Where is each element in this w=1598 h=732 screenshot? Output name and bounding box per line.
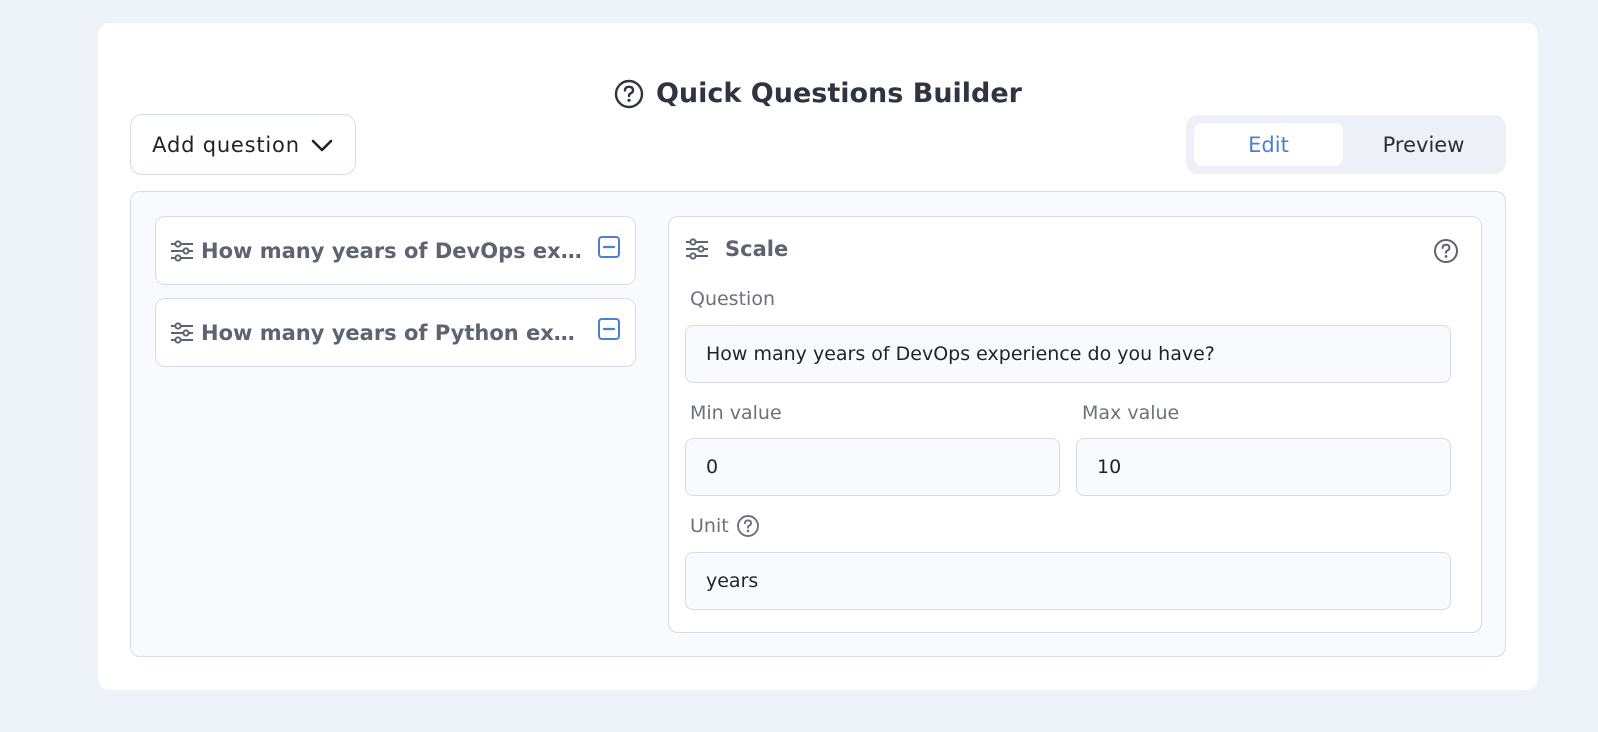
sliders-icon bbox=[686, 238, 708, 260]
minus-square-icon[interactable] bbox=[597, 317, 621, 341]
question-input[interactable]: How many years of DevOps experience do y… bbox=[685, 325, 1451, 383]
question-list-item[interactable]: How many years of DevOps expe... bbox=[155, 216, 636, 285]
question-list-text: How many years of DevOps expe... bbox=[201, 238, 583, 263]
question-list-item[interactable]: How many years of Python expe... bbox=[155, 298, 636, 367]
question-editor: Scale Question How many years of DevOps … bbox=[668, 216, 1482, 633]
preview-tab[interactable]: Preview bbox=[1349, 123, 1498, 166]
max-value-label: Max value bbox=[1082, 402, 1180, 424]
question-circle-icon bbox=[614, 79, 644, 108]
unit-help-icon[interactable] bbox=[736, 514, 760, 538]
min-value-label: Min value bbox=[690, 402, 782, 424]
edit-tab[interactable]: Edit bbox=[1194, 123, 1343, 166]
sliders-icon bbox=[171, 321, 193, 344]
add-question-label: Add question bbox=[152, 132, 300, 157]
question-list-text: How many years of Python expe... bbox=[201, 320, 583, 345]
chevron-down-icon bbox=[311, 139, 333, 151]
editor-header: Scale bbox=[685, 237, 788, 261]
builder-workspace: How many years of DevOps expe... How man… bbox=[130, 191, 1506, 657]
unit-label-row: Unit bbox=[690, 514, 760, 538]
max-value-input[interactable]: 10 bbox=[1076, 438, 1451, 496]
unit-label: Unit bbox=[690, 515, 729, 537]
minus-square-icon[interactable] bbox=[597, 235, 621, 259]
question-type-label: Scale bbox=[725, 237, 789, 261]
add-question-button[interactable]: Add question bbox=[130, 114, 356, 175]
sliders-icon bbox=[171, 239, 193, 262]
page-header: Quick Questions Builder bbox=[98, 78, 1538, 109]
builder-card: Quick Questions Builder Add question Edi… bbox=[98, 23, 1538, 690]
page-title: Quick Questions Builder bbox=[655, 78, 1023, 109]
help-icon[interactable] bbox=[1433, 238, 1459, 264]
min-value-input[interactable]: 0 bbox=[685, 438, 1060, 496]
question-label: Question bbox=[690, 288, 775, 310]
unit-input[interactable]: years bbox=[685, 552, 1451, 610]
mode-toggle: Edit Preview bbox=[1186, 115, 1506, 174]
